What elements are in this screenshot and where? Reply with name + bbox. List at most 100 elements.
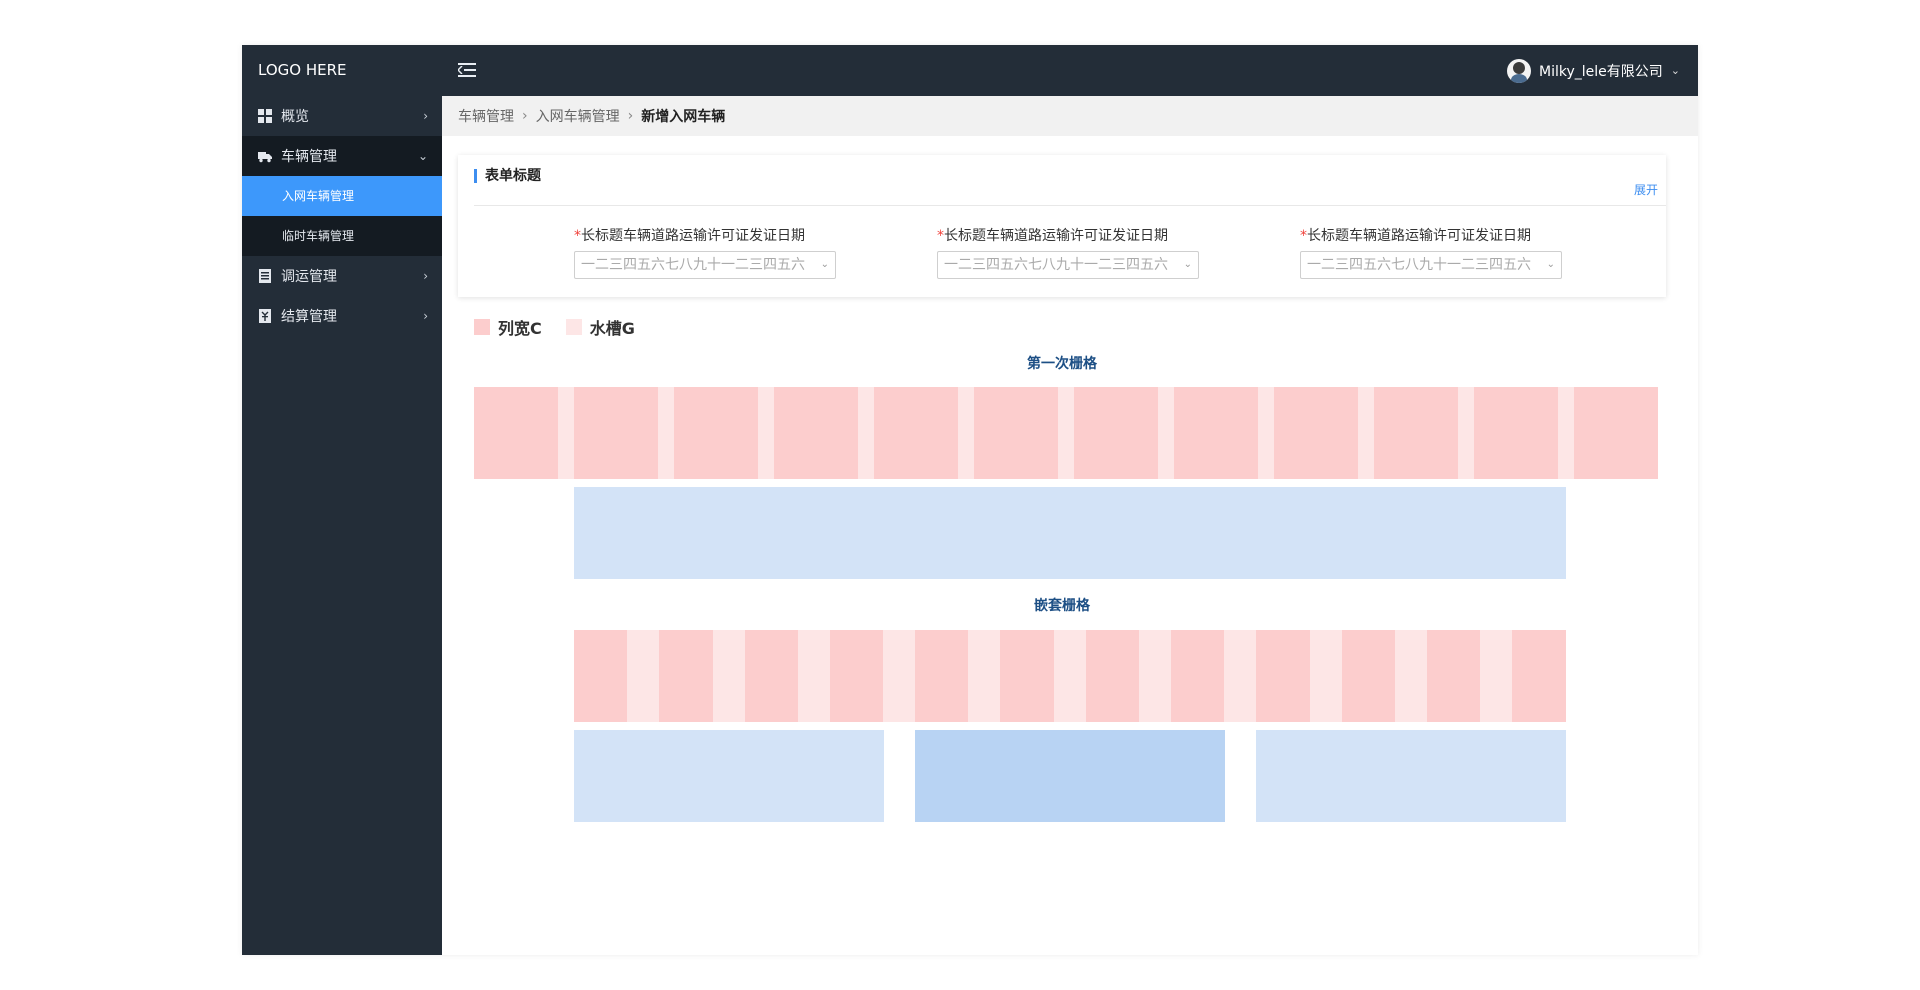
grid-column: [474, 387, 558, 479]
legend-swatch: [565, 319, 582, 335]
chevron-down-icon: ⌄: [1183, 259, 1192, 270]
first-grid: [474, 387, 1666, 479]
breadcrumb-separator: ›: [627, 108, 634, 124]
sidebar-item-label: 调运管理: [281, 269, 337, 285]
grid-column: [1274, 387, 1358, 479]
grid-gutter: [1258, 387, 1274, 479]
grid-gutter: [797, 630, 830, 722]
form-field-1: *长标题车辆道路运输许可证发证日期 一二三四五六七八九十一二三四五六 ⌄: [574, 225, 836, 279]
grid-column: [829, 630, 884, 722]
breadcrumb-item-vehicle-management[interactable]: 车辆管理: [458, 106, 514, 126]
sidebar-item-overview[interactable]: 概览 ›: [242, 96, 442, 136]
sidebar-subitem-network-vehicles[interactable]: 入网车辆管理: [242, 176, 442, 216]
grid-gutter: [1053, 630, 1086, 722]
grid-gutter: [758, 387, 774, 479]
sidebar-item-label: 车辆管理: [281, 149, 337, 165]
legend-item-gutter: 水槽G: [565, 315, 635, 339]
grid-column: [1085, 630, 1140, 722]
grid-column: [744, 630, 798, 722]
grid-column: [1171, 630, 1225, 722]
breadcrumb-item-network-vehicles[interactable]: 入网车辆管理: [536, 106, 620, 126]
grid-gutter: [958, 387, 974, 479]
grid-gutter: [1158, 387, 1174, 479]
select-placeholder: 一二三四五六七八九十一二三四五六: [581, 257, 805, 273]
grid-column: [674, 387, 758, 479]
sidebar-subitem-temporary-vehicles[interactable]: 临时车辆管理: [242, 216, 442, 256]
form-field-2: *长标题车辆道路运输许可证发证日期 一二三四五六七八九十一二三四五六 ⌄: [937, 225, 1199, 279]
grid-column: [1000, 630, 1054, 722]
grid-gutter: [712, 630, 745, 722]
form-card: 表单标题 展开 *长标题车辆道路运输许可证发证日期 一二三四五六七八九十一二三四…: [458, 155, 1666, 297]
sidebar-item-label: 结算管理: [281, 309, 337, 325]
legend-label: 列宽C: [498, 319, 542, 338]
divider: [474, 205, 1666, 206]
grid-column: [1256, 630, 1310, 722]
select-placeholder: 一二三四五六七八九十一二三四五六: [1307, 257, 1531, 273]
nested-grid: [574, 630, 1566, 722]
grid-gutter: [1480, 630, 1513, 722]
form-field-3: *长标题车辆道路运输许可证发证日期 一二三四五六七八九十一二三四五六 ⌄: [1300, 225, 1562, 279]
chevron-down-icon: ⌄: [820, 259, 829, 270]
expand-link[interactable]: 展开: [1634, 181, 1658, 198]
breadcrumb-separator: ›: [522, 108, 528, 124]
nested-block-right: [1256, 730, 1566, 822]
nested-block-center: [915, 730, 1225, 822]
grid-gutter: [1558, 387, 1574, 479]
grid-gutter: [558, 387, 574, 479]
field-label: *长标题车辆道路运输许可证发证日期: [1300, 225, 1562, 245]
breadcrumb-item-current: 新增入网车辆: [641, 109, 726, 125]
dashboard-icon: [258, 109, 272, 123]
sidebar-item-settlement-management[interactable]: 结算管理 ›: [242, 296, 442, 336]
grid-column: [1341, 630, 1395, 722]
chevron-right-icon: ›: [423, 269, 428, 283]
vehicle-submenu: 入网车辆管理 临时车辆管理: [242, 176, 442, 256]
grid-column: [574, 630, 628, 722]
required-mark: *: [937, 228, 944, 244]
grid-gutter: [1358, 387, 1374, 479]
sidebar: LOGO HERE 概览 › 车辆管理 ⌄ 入网车辆管理 临时车辆管理 调运管理…: [242, 45, 442, 955]
top-header: Milky_lele有限公司 ⌄: [442, 45, 1698, 96]
grid-column: [915, 630, 969, 722]
sidebar-item-vehicle-management[interactable]: 车辆管理 ⌄: [242, 136, 442, 176]
grid-column: [1512, 630, 1566, 722]
grid-gutter: [1309, 630, 1342, 722]
avatar: [1507, 58, 1532, 83]
grid-column: [1074, 387, 1158, 479]
chevron-down-icon: ⌄: [417, 149, 428, 163]
field-label: *长标题车辆道路运输许可证发证日期: [574, 225, 836, 245]
truck-icon: [258, 149, 272, 163]
grid-gutter: [1058, 387, 1074, 479]
chevron-down-icon: ⌄: [1546, 259, 1555, 270]
grid-column: [1574, 387, 1658, 479]
form-card-title: 表单标题: [474, 169, 541, 183]
legend-swatch: [474, 319, 490, 335]
sidebar-item-dispatch-management[interactable]: 调运管理 ›: [242, 256, 442, 296]
menu-fold-icon[interactable]: [458, 62, 476, 78]
date-select[interactable]: 一二三四五六七八九十一二三四五六 ⌄: [574, 251, 836, 279]
grid-column: [659, 630, 713, 722]
document-icon: [258, 269, 272, 283]
grid-gutter: [1394, 630, 1427, 722]
grid-column: [874, 387, 958, 479]
nested-grid-title: 嵌套栅格: [1034, 598, 1090, 614]
select-placeholder: 一二三四五六七八九十一二三四五六: [944, 257, 1168, 273]
breadcrumb: 车辆管理 › 入网车辆管理 › 新增入网车辆: [442, 96, 1698, 136]
required-mark: *: [1300, 228, 1307, 244]
grid-column: [774, 387, 858, 479]
date-select[interactable]: 一二三四五六七八九十一二三四五六 ⌄: [1300, 251, 1562, 279]
grid-gutter: [1224, 630, 1257, 722]
required-mark: *: [574, 228, 581, 244]
grid-gutter: [658, 387, 674, 479]
content-block: [574, 487, 1566, 579]
grid-column: [1374, 387, 1458, 479]
grid-gutter: [1139, 630, 1172, 722]
receipt-icon: [258, 309, 272, 323]
user-menu[interactable]: Milky_lele有限公司 ⌄: [1507, 57, 1680, 84]
grid-gutter: [858, 387, 874, 479]
date-select[interactable]: 一二三四五六七八九十一二三四五六 ⌄: [937, 251, 1199, 279]
user-name: Milky_lele有限公司: [1539, 63, 1663, 80]
grid-gutter: [627, 630, 660, 722]
chevron-right-icon: ›: [423, 109, 428, 123]
first-grid-title: 第一次栅格: [1027, 356, 1097, 372]
field-label-text: 长标题车辆道路运输许可证发证日期: [1307, 228, 1531, 244]
